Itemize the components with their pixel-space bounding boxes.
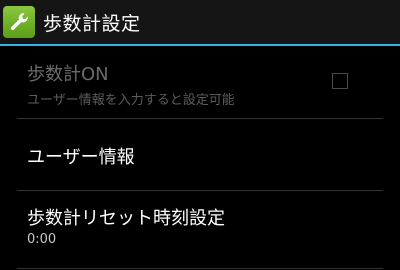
pref-user-info[interactable]: ユーザー情報 [0,118,400,190]
pref-user-info-title: ユーザー情報 [27,147,135,168]
pref-reset-time[interactable]: 歩数計リセット時刻設定 0:00 [0,190,400,268]
pref-reset-time-title: 歩数計リセット時刻設定 [27,208,225,229]
wrench-icon[interactable] [3,6,35,38]
pref-reset-time-summary: 0:00 [27,232,57,247]
pref-pedometer-on-summary: ユーザー情報を入力すると設定可能 [27,93,235,108]
settings-screen: 歩数計設定 歩数計ON ユーザー情報を入力すると設定可能 ユーザー情報 歩数計リ… [0,0,400,270]
pedometer-on-checkbox [332,73,348,89]
divider [17,268,383,269]
pref-pedometer-on: 歩数計ON ユーザー情報を入力すると設定可能 [0,46,400,118]
preference-list: 歩数計ON ユーザー情報を入力すると設定可能 ユーザー情報 歩数計リセット時刻設… [0,46,400,269]
action-bar: 歩数計設定 [0,0,400,44]
pref-pedometer-on-title: 歩数計ON [27,64,109,85]
page-title: 歩数計設定 [43,12,141,35]
